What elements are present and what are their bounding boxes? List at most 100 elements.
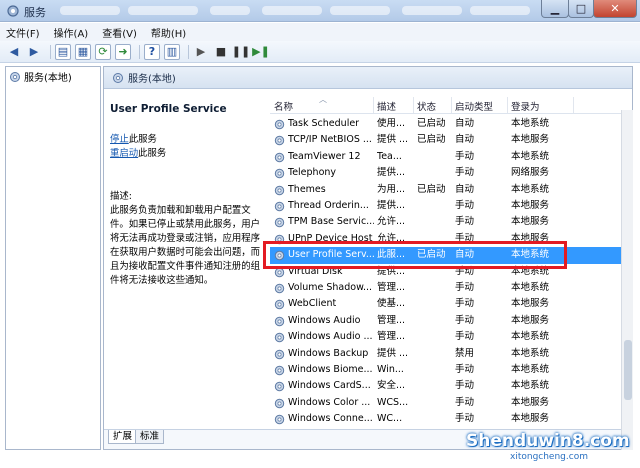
- column-description[interactable]: 描述: [377, 99, 396, 113]
- service-gear-icon: [274, 152, 285, 162]
- restart-line: 重启动此服务: [110, 147, 264, 161]
- cell-description: 为用...: [377, 183, 406, 195]
- table-row[interactable]: TCP/IP NetBIOS ... 提供 ... 已启动 自动 本地服务: [270, 132, 632, 148]
- service-gear-icon: [274, 332, 285, 343]
- refresh-icon[interactable]: ⟳: [95, 43, 111, 60]
- help-icon[interactable]: ?: [144, 43, 160, 60]
- cell-description: 提供 ...: [377, 134, 409, 146]
- close-button[interactable]: ✕: [593, 0, 637, 18]
- cell-logon-as: 本地服务: [511, 314, 550, 326]
- show-hide-console-tree-icon[interactable]: ▤: [55, 43, 71, 60]
- table-row[interactable]: Volume Shadow... 管理... 手动 本地系统: [270, 280, 632, 296]
- table-row[interactable]: Telephony 提供... 手动 网络服务: [270, 165, 632, 181]
- cell-status: 已启动: [417, 183, 446, 195]
- blurred-area: [402, 6, 462, 15]
- cell-description: 安全...: [377, 380, 406, 392]
- cell-description: Win...: [377, 364, 404, 375]
- column-logon-as[interactable]: 登录为: [511, 99, 540, 113]
- cell-description: 使基...: [377, 298, 406, 310]
- watermark-sub-text: xitongcheng.com: [510, 452, 588, 462]
- pause-service-icon[interactable]: ❚❚: [232, 44, 250, 60]
- menu-help[interactable]: 帮助(H): [151, 25, 186, 40]
- table-row[interactable]: Windows Backup 提供 ... 禁用 本地系统: [270, 346, 632, 362]
- tree-item-label: 服务(本地): [24, 73, 72, 84]
- forward-icon[interactable]: ▶: [26, 44, 42, 60]
- blurred-area: [330, 6, 390, 15]
- cell-name: Telephony: [288, 167, 337, 179]
- cell-logon-as: 本地系统: [511, 183, 550, 195]
- cell-name: Windows Color ...: [288, 396, 371, 408]
- cell-logon-as: 本地服务: [511, 134, 550, 146]
- menu-file[interactable]: 文件(F): [6, 25, 40, 40]
- cell-description: 使用...: [377, 118, 406, 129]
- cell-name: Windows Backup: [288, 347, 369, 359]
- table-row[interactable]: Task Scheduler 使用... 已启动 自动 本地系统: [270, 116, 632, 132]
- tab-standard[interactable]: 标准: [135, 430, 165, 444]
- back-icon[interactable]: ◀: [6, 44, 22, 60]
- restart-service-link[interactable]: 重启动: [110, 148, 138, 159]
- stop-suffix: 此服务: [128, 134, 157, 145]
- cell-description: 管理...: [377, 331, 406, 343]
- column-divider: [507, 97, 508, 113]
- cell-startup-type: 手动: [455, 396, 475, 408]
- cell-logon-as: 本地系统: [511, 331, 550, 343]
- export-list-icon[interactable]: ➜: [115, 43, 131, 60]
- cell-startup-type: 自动: [455, 183, 475, 195]
- blurred-area: [210, 6, 250, 15]
- column-divider: [413, 97, 414, 113]
- service-gear-icon: [274, 300, 285, 310]
- cell-name: Volume Shadow...: [288, 282, 373, 293]
- maximize-button[interactable]: □: [568, 0, 594, 18]
- cell-startup-type: 禁用: [455, 347, 475, 359]
- service-gear-icon: [274, 201, 285, 212]
- cell-name: Windows CardS...: [288, 380, 371, 392]
- table-row[interactable]: Windows CardS... 安全... 手动 本地系统: [270, 378, 632, 394]
- menu-view[interactable]: 查看(V): [102, 25, 137, 40]
- table-row[interactable]: Windows Biome... Win... 手动 本地系统: [270, 362, 632, 378]
- cell-description: 管理...: [377, 282, 406, 293]
- table-row[interactable]: Windows Audio ... 管理... 手动 本地系统: [270, 329, 632, 345]
- window-title: 服务: [24, 6, 46, 19]
- minimize-button[interactable]: ▁: [541, 0, 569, 18]
- tree-item-services-local[interactable]: 服务(本地): [9, 69, 72, 84]
- table-row[interactable]: Windows Color ... WCS... 手动 本地服务: [270, 395, 632, 411]
- cell-startup-type: 手动: [455, 314, 475, 326]
- blurred-area: [60, 6, 120, 15]
- gear-icon: [10, 71, 20, 82]
- toolbar: ◀ ▶ ▤ ▦ ⟳ ➜ ? ▥ ▶ ■ ❚❚ ▶❚: [0, 41, 640, 63]
- restart-service-icon[interactable]: ▶❚: [252, 44, 270, 60]
- service-gear-icon: [274, 382, 285, 392]
- blurred-area: [470, 6, 530, 15]
- cell-name: Windows Audio ...: [288, 331, 373, 343]
- table-row[interactable]: WebClient 使基... 手动 本地服务: [270, 296, 632, 312]
- cell-startup-type: 手动: [455, 216, 475, 228]
- table-row[interactable]: Windows Audio 管理... 手动 本地服务: [270, 313, 632, 329]
- table-row[interactable]: Thread Orderin... 提供... 手动 本地服务: [270, 198, 632, 214]
- toolbar-separator: [139, 44, 140, 59]
- table-row[interactable]: TeamViewer 12 Tea... 手动 本地系统: [270, 149, 632, 165]
- cell-description: 提供...: [377, 167, 406, 179]
- properties-icon[interactable]: ▦: [75, 43, 91, 60]
- service-gear-icon: [274, 414, 285, 425]
- cell-logon-as: 本地系统: [511, 364, 550, 375]
- vertical-scrollbar[interactable]: [621, 110, 633, 450]
- cell-logon-as: 本地系统: [511, 282, 550, 293]
- menu-action[interactable]: 操作(A): [54, 25, 89, 40]
- cell-startup-type: 手动: [455, 298, 475, 310]
- tab-extended[interactable]: 扩展: [108, 430, 138, 444]
- table-row[interactable]: TPM Base Servic... 允许... 手动 本地服务: [270, 214, 632, 230]
- start-service-icon[interactable]: ▶: [193, 44, 209, 60]
- cell-name: Windows Conne...: [288, 413, 373, 425]
- cell-startup-type: 手动: [455, 364, 475, 375]
- stop-service-icon[interactable]: ■: [213, 44, 229, 60]
- column-status[interactable]: 状态: [417, 99, 436, 113]
- cell-status: 已启动: [417, 134, 446, 146]
- table-row[interactable]: Themes 为用... 已启动 自动 本地系统: [270, 182, 632, 198]
- stop-service-link[interactable]: 停止: [110, 134, 129, 145]
- cell-logon-as: 本地服务: [511, 396, 550, 408]
- scrollbar-thumb[interactable]: [624, 340, 632, 400]
- column-name[interactable]: 名称: [274, 99, 293, 113]
- details-view-icon[interactable]: ▥: [164, 43, 180, 60]
- cell-logon-as: 本地系统: [511, 380, 550, 392]
- column-startup-type[interactable]: 启动类型: [455, 99, 493, 113]
